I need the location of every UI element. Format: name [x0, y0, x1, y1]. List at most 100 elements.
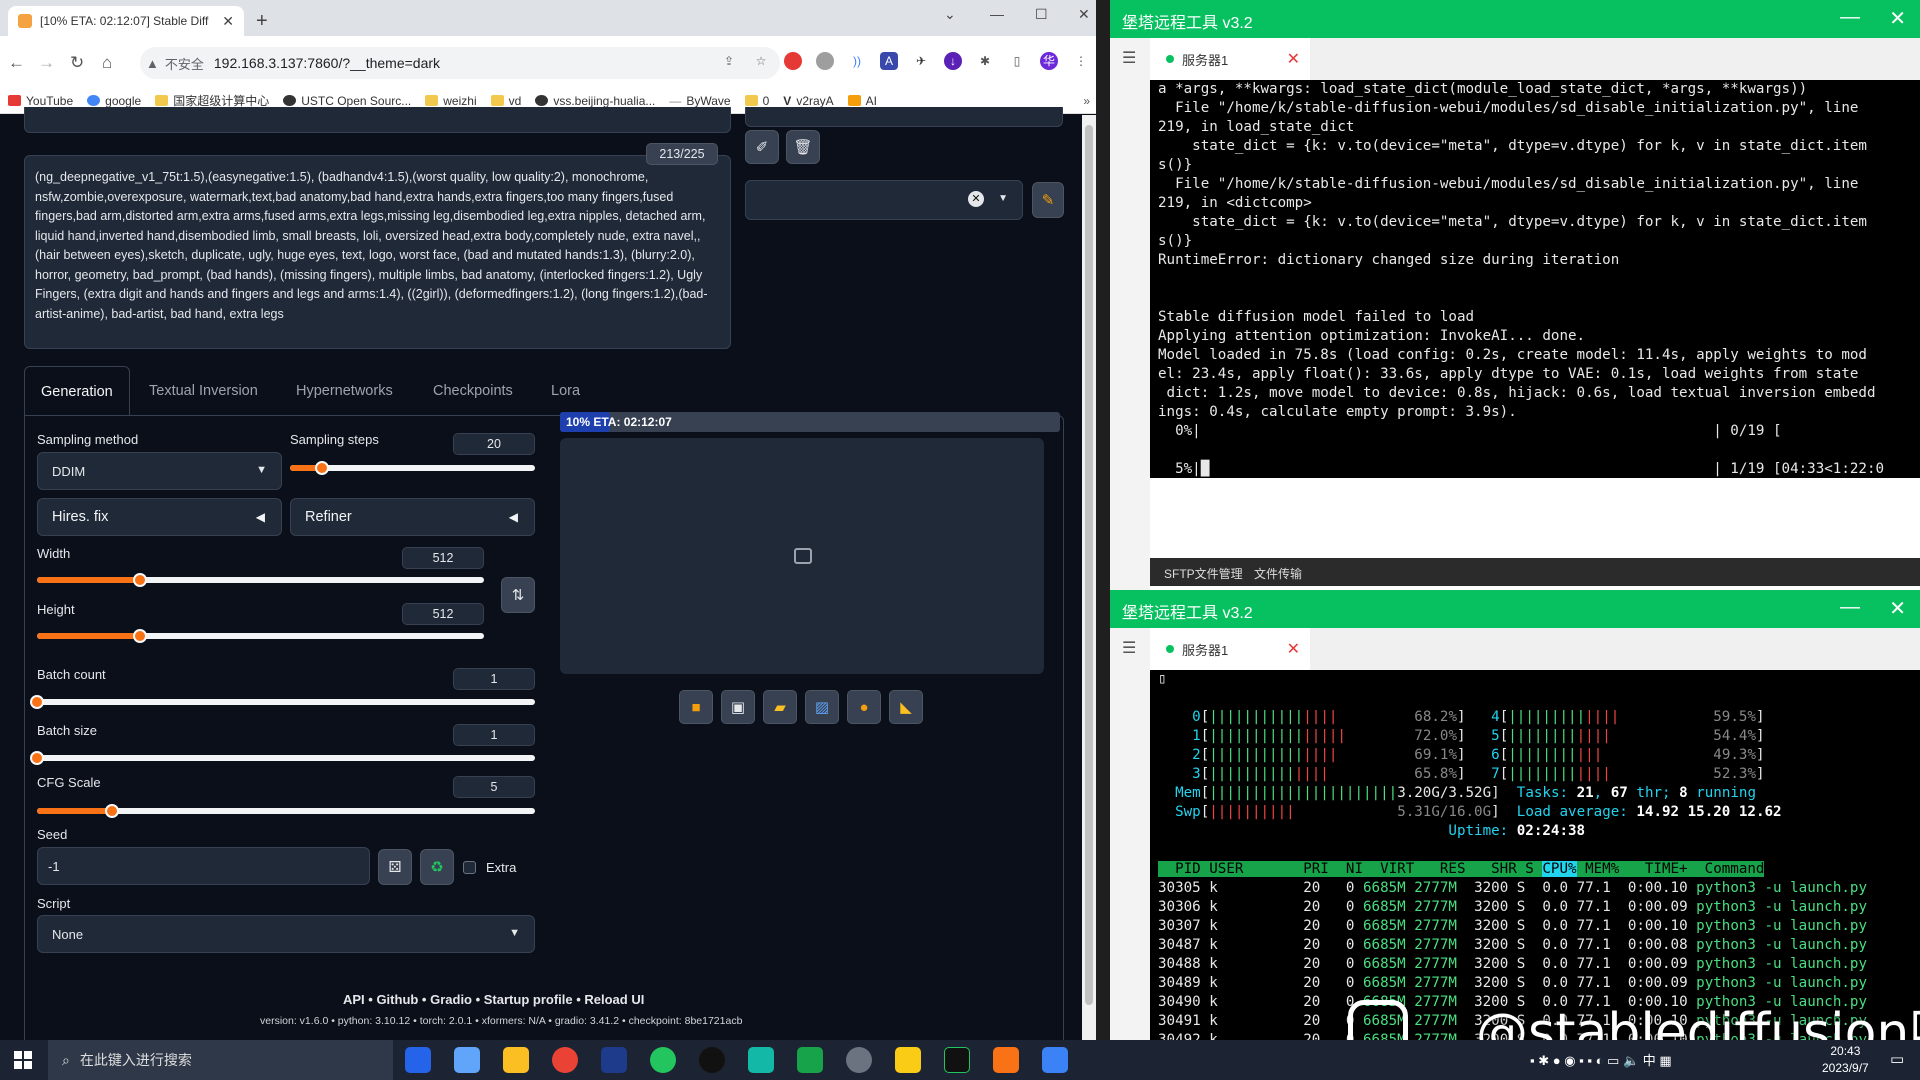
- compass-app-icon[interactable]: [846, 1047, 872, 1073]
- bookmark-item[interactable]: google: [87, 94, 141, 108]
- home-icon[interactable]: ⌂: [102, 53, 112, 73]
- minimize-icon[interactable]: —: [1840, 596, 1860, 619]
- batch-size-slider[interactable]: [30, 751, 535, 765]
- bookmark-star-icon[interactable]: ☆: [752, 52, 770, 70]
- taskbar-clock[interactable]: 20:43 2023/9/7: [1822, 1043, 1869, 1077]
- clear-styles-icon[interactable]: ✕: [968, 191, 984, 207]
- office-app-icon[interactable]: [993, 1047, 1019, 1073]
- browser-tab[interactable]: [10% ETA: 02:12:07] Stable Diff ✕: [8, 6, 244, 36]
- side-panel-icon[interactable]: ▯: [1008, 52, 1026, 70]
- refiner-accordion[interactable]: Refiner ◀: [290, 498, 535, 536]
- close-tab-icon[interactable]: ✕: [1287, 639, 1300, 659]
- sampling-method-dropdown[interactable]: DDIM ▼: [37, 452, 282, 490]
- terminal-output[interactable]: a *args, **kwargs: load_state_dict(modul…: [1150, 80, 1920, 478]
- share-icon[interactable]: ⇪: [720, 52, 738, 70]
- close-icon[interactable]: ✕: [1889, 6, 1906, 31]
- store-app-icon[interactable]: [405, 1047, 431, 1073]
- close-window-icon[interactable]: ✕: [1078, 6, 1090, 23]
- notes-app-icon[interactable]: [895, 1047, 921, 1073]
- bookmark-item[interactable]: USTC Open Sourc...: [283, 94, 411, 108]
- ime-indicator[interactable]: 中: [1643, 1053, 1656, 1068]
- server-tab[interactable]: 服务器1 ✕: [1150, 628, 1310, 670]
- taskbar-search[interactable]: ⌕ 在此键入进行搜索: [48, 1040, 393, 1080]
- extension-badge-icon[interactable]: [816, 52, 834, 70]
- more-bookmarks-icon[interactable]: »: [1083, 94, 1090, 108]
- back-icon[interactable]: ←: [8, 53, 25, 73]
- slider-handle[interactable]: [30, 695, 44, 709]
- reuse-seed-button[interactable]: ♻: [420, 849, 454, 885]
- tab-textual-inversion[interactable]: Textual Inversion: [149, 366, 258, 416]
- send-to-inpaint-button[interactable]: ●: [847, 690, 881, 724]
- bookmark-item[interactable]: 0: [744, 94, 769, 108]
- tab-lora[interactable]: Lora: [551, 366, 580, 416]
- network-app-icon[interactable]: [454, 1047, 480, 1073]
- prompt-box-bottom[interactable]: [24, 107, 731, 133]
- bookmark-item[interactable]: YouTube: [8, 94, 73, 108]
- wechat-icon[interactable]: [650, 1047, 676, 1073]
- feather-extension-icon[interactable]: ✈: [912, 52, 930, 70]
- send-to-img2img-button[interactable]: ▨: [805, 690, 839, 724]
- sampling-steps-slider[interactable]: [290, 461, 535, 475]
- server-tab[interactable]: 服务器1 ✕: [1150, 38, 1310, 80]
- profile-avatar-icon[interactable]: 华: [1040, 52, 1058, 70]
- vscode-icon[interactable]: [601, 1047, 627, 1073]
- footer-links[interactable]: API • Github • Gradio • Startup profile …: [343, 992, 644, 1007]
- random-seed-button[interactable]: ⚄: [378, 849, 412, 885]
- puzzle-extensions-icon[interactable]: ✱: [976, 52, 994, 70]
- tray-icons[interactable]: ▪ ✱ ● ◉ ▪ ▪ ◐ ▭ 🔈: [1530, 1053, 1643, 1068]
- notification-icon[interactable]: ▭: [1890, 1050, 1904, 1068]
- zip-button[interactable]: ▰: [763, 690, 797, 724]
- bookmark-item[interactable]: — ByWave: [669, 94, 730, 108]
- bookmark-item[interactable]: vd: [490, 94, 521, 108]
- tab-search-icon[interactable]: ⌄: [944, 6, 956, 23]
- height-slider[interactable]: [37, 629, 484, 643]
- hires-fix-accordion[interactable]: Hires. fix ◀: [37, 498, 282, 536]
- negative-prompt-input[interactable]: (ng_deepnegative_v1_75t:1.5),(easynegati…: [24, 155, 731, 349]
- maximize-icon[interactable]: ☐: [1035, 6, 1048, 23]
- terminal-app-icon[interactable]: [944, 1047, 970, 1073]
- width-slider[interactable]: [37, 573, 484, 587]
- seed-input[interactable]: -1: [37, 847, 370, 885]
- baota-icon[interactable]: [797, 1047, 823, 1073]
- windows-start-icon[interactable]: [14, 1051, 32, 1069]
- address-bar[interactable]: ▲ 不安全 192.168.3.137:7860/?__theme=dark: [140, 47, 780, 79]
- minimize-icon[interactable]: —: [990, 6, 1004, 22]
- sampling-steps-input[interactable]: 20: [453, 433, 535, 455]
- wifi-extension-icon[interactable]: )): [848, 52, 866, 70]
- styles-dropdown[interactable]: ✕ ▼: [745, 180, 1023, 220]
- reload-icon[interactable]: ↻: [70, 53, 84, 73]
- app-icon[interactable]: [748, 1047, 774, 1073]
- extra-checkbox[interactable]: [463, 861, 476, 874]
- ia-extension-icon[interactable]: A: [880, 52, 898, 70]
- apply-styles-button[interactable]: ✐: [745, 130, 779, 164]
- htop-output[interactable]: ▯ 0[||||||||||||||| 68.2%] 4[|||||||||||…: [1150, 670, 1920, 1040]
- close-tab-icon[interactable]: ✕: [1287, 49, 1300, 69]
- tab-checkpoints[interactable]: Checkpoints: [433, 366, 513, 416]
- height-input[interactable]: 512: [402, 603, 484, 625]
- edit-styles-button[interactable]: ✎: [1032, 182, 1064, 218]
- page-scrollbar[interactable]: [1082, 115, 1096, 1040]
- batch-size-input[interactable]: 1: [453, 724, 535, 746]
- list-menu-icon[interactable]: ☰: [1122, 638, 1136, 658]
- cfg-scale-slider[interactable]: [37, 804, 535, 818]
- download-extension-icon[interactable]: ↓: [944, 52, 962, 70]
- forward-icon[interactable]: →: [38, 53, 55, 73]
- qq-icon[interactable]: [699, 1047, 725, 1073]
- scrollbar-thumb[interactable]: [1085, 125, 1093, 1005]
- width-input[interactable]: 512: [402, 547, 484, 569]
- list-menu-icon[interactable]: ☰: [1122, 48, 1136, 68]
- bookmark-item[interactable]: AI: [847, 94, 877, 108]
- batch-count-input[interactable]: 1: [453, 668, 535, 690]
- ublock-icon[interactable]: [784, 52, 802, 70]
- chrome-icon[interactable]: [552, 1047, 578, 1073]
- slider-handle[interactable]: [314, 461, 329, 475]
- slider-handle[interactable]: [30, 751, 44, 765]
- bookmark-item[interactable]: weizhi: [425, 94, 477, 108]
- file-transfer-tab[interactable]: 文件传输: [1254, 565, 1302, 582]
- close-tab-icon[interactable]: ✕: [222, 13, 234, 30]
- open-folder-button[interactable]: ■: [679, 690, 713, 724]
- output-image-area[interactable]: [560, 438, 1044, 674]
- calendar-app-icon[interactable]: [1042, 1047, 1068, 1073]
- swap-dimensions-button[interactable]: ⇅: [501, 577, 535, 613]
- tab-generation[interactable]: Generation: [24, 366, 130, 416]
